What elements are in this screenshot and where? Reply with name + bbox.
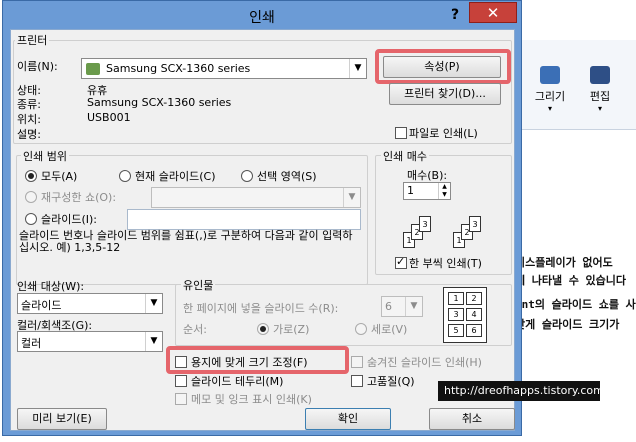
- custom-show-label: 재구성한 쇼(O):: [41, 191, 117, 204]
- printer-name-label: 이름(N):: [17, 60, 58, 73]
- slides-label[interactable]: 슬라이드(I):: [41, 211, 97, 227]
- copies-label: 인쇄 매수: [381, 148, 429, 164]
- collate-checkbox[interactable]: [395, 255, 407, 269]
- copies-spinner[interactable]: 1 ▲ ▼: [403, 182, 451, 200]
- chevron-down-icon[interactable]: ▼: [343, 188, 360, 207]
- handouts-label: 유인물: [181, 277, 216, 293]
- chevron-down-icon[interactable]: ▼: [405, 297, 422, 316]
- slides-per-page-value: 6: [385, 300, 392, 313]
- printer-group-label: 프린터: [15, 32, 50, 48]
- cancel-button[interactable]: 취소: [429, 408, 515, 430]
- slides-hint: 슬라이드 번호나 슬라이드 범위를 쉼표(,)로 구분하여 다음과 같이 입력하…: [19, 229, 353, 254]
- color-value: 컬러: [21, 337, 42, 350]
- print-what-value: 슬라이드: [21, 299, 62, 312]
- draw-icon: [540, 66, 560, 84]
- slides-per-page-label: 한 페이지에 넣을 슬라이드 수(R):: [183, 302, 339, 315]
- frame-slides-checkbox[interactable]: [175, 375, 187, 387]
- order-label: 순서:: [183, 323, 207, 336]
- chevron-down-icon[interactable]: ▼: [349, 59, 366, 78]
- copies-count-label: 매수(B):: [407, 169, 448, 182]
- draw-group[interactable]: 그리기 ▾: [528, 66, 572, 126]
- binoculars-icon: [590, 66, 610, 84]
- where-value: USB001: [87, 111, 131, 124]
- type-label: 종류:: [17, 98, 41, 111]
- ok-button[interactable]: 확인: [305, 408, 391, 430]
- preview-button[interactable]: 미리 보기(E): [17, 408, 107, 430]
- selection-radio[interactable]: [241, 170, 253, 182]
- print-comments-checkbox[interactable]: [175, 393, 187, 405]
- print-hidden-label: 숨겨진 슬라이드 인쇄(H): [367, 356, 482, 369]
- bg-text-line: 맞게 슬라이드 크기가: [515, 318, 620, 331]
- help-button[interactable]: ?: [451, 7, 459, 23]
- bg-text-line: ent의 슬라이드 쇼를 사용: [515, 298, 636, 311]
- print-comments-label: 메모 및 잉크 표시 인쇄(K): [191, 393, 312, 406]
- copies-value: 1: [407, 184, 414, 197]
- horizontal-radio[interactable]: [257, 323, 269, 335]
- edit-group[interactable]: 편집 ▾: [580, 66, 620, 126]
- slides-radio[interactable]: [25, 213, 37, 225]
- printer-name-select[interactable]: Samsung SCX-1360 series ▼: [81, 58, 367, 79]
- print-hidden-checkbox[interactable]: [351, 356, 363, 368]
- print-dialog: 인쇄 ? ✕ 프린터 이름(N): Samsung SCX-1360 serie…: [2, 0, 522, 436]
- printer-name-value: Samsung SCX-1360 series: [106, 62, 251, 75]
- slides-per-page-select[interactable]: 6 ▼: [381, 296, 423, 317]
- high-quality-label[interactable]: 고품질(Q): [367, 373, 415, 389]
- chevron-down-icon[interactable]: ▼: [145, 294, 162, 313]
- edit-label: 편집: [589, 90, 611, 103]
- chevron-down-icon: ▾: [597, 104, 602, 113]
- title-bar[interactable]: 인쇄 ? ✕: [3, 1, 521, 31]
- scale-to-fit-highlight: [166, 346, 349, 374]
- vertical-radio[interactable]: [355, 323, 367, 335]
- find-printer-button[interactable]: 프린터 찾기(D)...: [389, 83, 501, 105]
- current-slide-radio[interactable]: [119, 170, 131, 182]
- watermark: http://dreofhapps.tistory.com: [438, 381, 604, 401]
- where-label: 위치:: [17, 113, 41, 126]
- printer-icon: [86, 63, 100, 75]
- chevron-down-icon[interactable]: ▼: [145, 332, 162, 351]
- print-what-label: 인쇄 대상(W):: [17, 280, 85, 293]
- horizontal-label: 가로(Z): [273, 323, 310, 336]
- bg-text-line: 에 나타낼 수 있습니다: [515, 274, 626, 287]
- slides-input[interactable]: [127, 209, 361, 230]
- frame-slides-label[interactable]: 슬라이드 테두리(M): [191, 373, 283, 389]
- draw-label: 그리기: [534, 90, 566, 103]
- all-radio[interactable]: [25, 170, 37, 182]
- current-slide-label[interactable]: 현재 슬라이드(C): [135, 168, 215, 184]
- ribbon: 그리기 ▾ 편집 ▾: [520, 40, 636, 130]
- print-to-file-checkbox[interactable]: [395, 127, 407, 139]
- dialog-title: 인쇄: [249, 10, 275, 26]
- type-value: Samsung SCX-1360 series: [87, 96, 232, 109]
- collate-label[interactable]: 한 부씩 인쇄(T): [409, 255, 482, 271]
- print-to-file-label[interactable]: 파일로 인쇄(L): [409, 125, 478, 141]
- custom-show-select[interactable]: ▼: [151, 187, 361, 208]
- close-button[interactable]: ✕: [469, 2, 517, 23]
- vertical-label: 세로(V): [371, 323, 408, 336]
- custom-show-radio[interactable]: [25, 191, 37, 203]
- print-what-select[interactable]: 슬라이드 ▼: [17, 293, 163, 314]
- spinner-arrows-icon[interactable]: ▲ ▼: [438, 183, 450, 199]
- properties-highlight: [375, 49, 511, 84]
- chevron-down-icon: ▾: [547, 104, 552, 113]
- selection-label[interactable]: 선택 영역(S): [257, 168, 317, 184]
- color-select[interactable]: 컬러 ▼: [17, 331, 163, 352]
- high-quality-checkbox[interactable]: [351, 375, 363, 387]
- handout-layout-icon: 12 34 56: [443, 287, 487, 343]
- print-range-label: 인쇄 범위: [21, 148, 69, 164]
- all-label[interactable]: 모두(A): [41, 168, 77, 184]
- dialog-body: 프린터 이름(N): Samsung SCX-1360 series ▼ 속성(…: [10, 29, 515, 431]
- comment-label: 설명:: [17, 128, 41, 141]
- bg-text-line: 디스플레이가 없어도: [515, 256, 613, 269]
